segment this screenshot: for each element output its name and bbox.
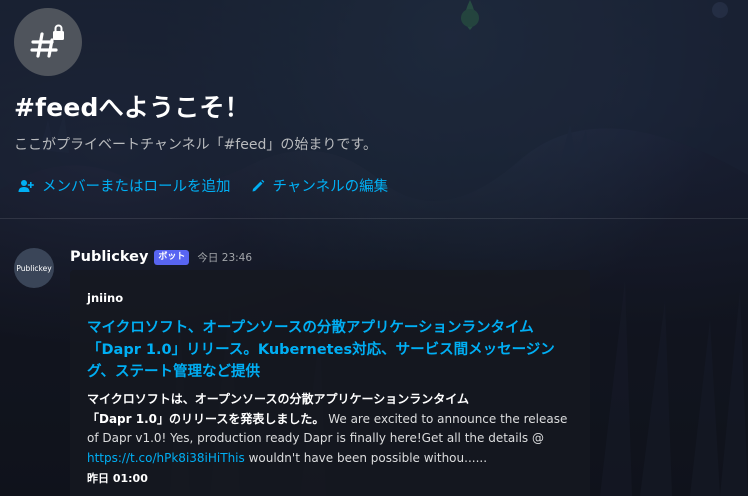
embed-description-bold-2: 「Dapr 1.0」のリリースを発表しました。 [87, 411, 325, 426]
message-author[interactable]: Publickey [70, 249, 148, 265]
divider [0, 218, 748, 219]
embed-description: マイクロソフトは、オープンソースの分散アプリケーションランタイム 「Dapr 1… [87, 390, 582, 468]
embed-title-link[interactable]: マイクロソフト、オープンソースの分散アプリケーションランタイム「Dapr 1.0… [87, 317, 582, 383]
embed-description-link[interactable]: https://t.co/hPk8i38iHiThis [87, 451, 245, 465]
channel-actions: メンバーまたはロールを追加 チャンネルの編集 [18, 175, 388, 196]
edit-channel-button[interactable]: チャンネルの編集 [251, 175, 389, 196]
embed-description-tail: wouldn't have been possible withou...... [244, 450, 488, 465]
message-header: Publickey ボット 今日 23:46 [70, 249, 252, 265]
avatar[interactable]: Publickey [14, 248, 54, 288]
welcome-subtitle: ここがプライベートチャンネル「#feed」の始まりです。 [14, 137, 377, 153]
welcome-title: #feedへようこそ！ [14, 93, 250, 122]
add-member-icon [18, 179, 34, 192]
embed-author: jniino [87, 291, 124, 305]
bot-badge: ボット [154, 249, 190, 265]
avatar-text: Publickey [16, 263, 52, 273]
hash-lock-icon [30, 24, 64, 58]
embed-footer-timestamp: 昨日 01:00 [87, 472, 148, 485]
channel-icon [14, 8, 82, 76]
edit-channel-label: チャンネルの編集 [272, 179, 389, 195]
add-members-button[interactable]: メンバーまたはロールを追加 [18, 175, 231, 196]
embed-description-bold-1: マイクロソフトは、オープンソースの分散アプリケーションランタイム [87, 392, 469, 406]
message-timestamp: 今日 23:46 [197, 251, 253, 264]
pencil-icon [252, 179, 264, 191]
add-members-label: メンバーまたはロールを追加 [42, 179, 231, 195]
link-embed: jniino マイクロソフト、オープンソースの分散アプリケーションランタイム「D… [70, 270, 590, 496]
chat-window: #feedへようこそ！ ここがプライベートチャンネル「#feed」の始まりです。… [0, 0, 748, 496]
